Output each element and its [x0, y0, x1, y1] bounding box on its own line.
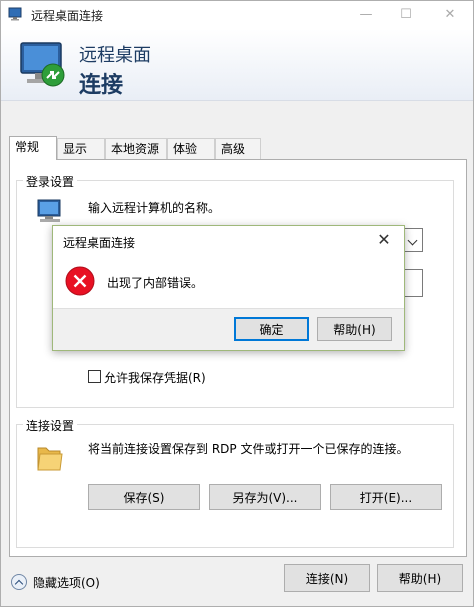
error-dialog-footer: 确定 帮助(H) [53, 308, 404, 350]
connect-button[interactable]: 连接(N) [284, 564, 370, 592]
connection-settings-description: 将当前连接设置保存到 RDP 文件或打开一个已保存的连接。 [88, 442, 409, 456]
banner: 远程桌面 连接 [1, 29, 473, 101]
error-message: 出现了内部错误。 [107, 276, 204, 290]
open-button[interactable]: 打开(E)... [330, 484, 442, 510]
save-as-button[interactable]: 另存为(V)... [209, 484, 321, 510]
minimize-button[interactable]: — [351, 5, 381, 25]
banner-title-line1: 远程桌面 [79, 45, 151, 66]
maximize-button[interactable]: ☐ [391, 5, 421, 25]
dialog-help-button[interactable]: 帮助(H) [317, 317, 392, 341]
computer-dropdown-arrow[interactable] [403, 228, 423, 252]
close-window-button[interactable]: ✕ [435, 5, 465, 25]
general-tab-panel: 登录设置 输入远程计算机的名称。 允许我保存凭据(R) 连接设置 将当前连接设置… [9, 159, 467, 557]
banner-title-line2: 连接 [79, 73, 124, 98]
tab-general[interactable]: 常规 [9, 136, 57, 160]
tab-advanced[interactable]: 高级 [215, 138, 261, 160]
save-credentials-label[interactable]: 允许我保存凭据(R) [104, 369, 206, 386]
title-bar: 远程桌面连接 — ☐ ✕ [1, 1, 473, 29]
error-dialog-title: 远程桌面连接 [63, 236, 136, 250]
ok-button[interactable]: 确定 [234, 317, 309, 341]
window-title: 远程桌面连接 [31, 9, 104, 23]
save-button[interactable]: 保存(S) [88, 484, 200, 510]
username-field-edge[interactable] [403, 269, 423, 297]
close-icon[interactable]: ✕ [372, 228, 396, 252]
connection-settings-label: 连接设置 [23, 417, 78, 434]
login-settings-label: 登录设置 [23, 173, 78, 190]
computer-name-prompt: 输入远程计算机的名称。 [88, 201, 221, 215]
remote-desktop-app-icon [8, 7, 24, 21]
chevron-up-icon[interactable] [11, 574, 27, 590]
hide-options-link[interactable]: 隐藏选项(O) [33, 574, 100, 591]
tab-local-resources[interactable]: 本地资源 [105, 138, 167, 160]
error-icon [65, 266, 95, 296]
folder-icon [36, 442, 64, 472]
help-button[interactable]: 帮助(H) [377, 564, 463, 592]
error-dialog: 远程桌面连接 ✕ 出现了内部错误。 确定 帮助(H) [52, 225, 405, 351]
tab-experience[interactable]: 体验 [167, 138, 215, 160]
save-credentials-checkbox[interactable] [88, 370, 101, 383]
tab-display[interactable]: 显示 [57, 138, 105, 160]
remote-desktop-monitor-icon [17, 39, 69, 91]
rdp-window: 远程桌面连接 — ☐ ✕ 远程桌面 连接 常规 显示 本地资源 体验 高级 登录 [0, 0, 474, 607]
computer-icon [36, 198, 66, 224]
